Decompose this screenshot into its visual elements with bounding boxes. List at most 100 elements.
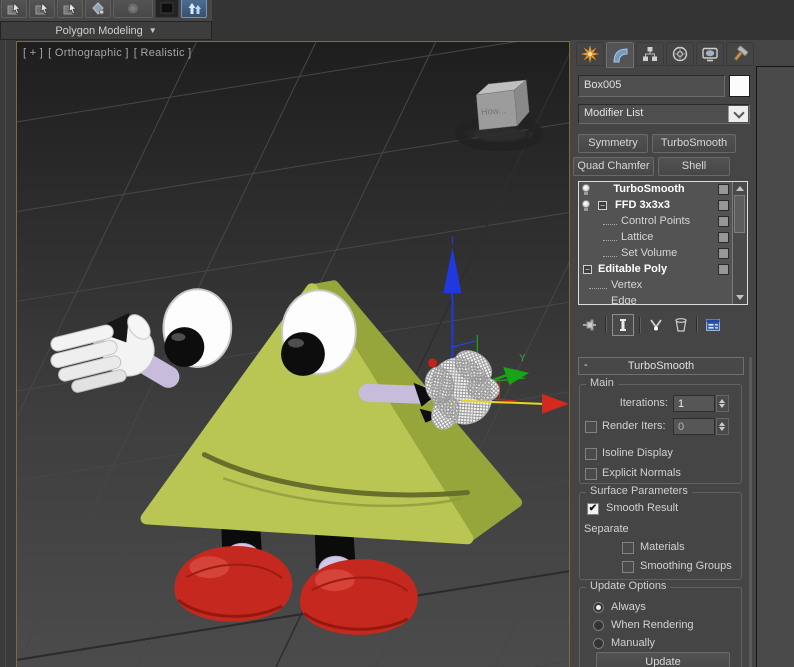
make-unique-button[interactable] (646, 315, 666, 335)
right-strip-top (756, 40, 794, 66)
gizmo-y-label: Y (519, 353, 526, 364)
stack-row-set-volume[interactable]: Set Volume (579, 246, 747, 262)
modifier-list-dropdown-button[interactable] (728, 106, 748, 122)
tab-display[interactable] (696, 42, 724, 66)
stack-row-toggle[interactable] (718, 216, 729, 227)
stack-item-label: Editable Poly (598, 263, 667, 275)
configure-modifier-sets-button[interactable] (703, 315, 723, 335)
select-cube-icon (62, 1, 78, 16)
collapse-box-icon[interactable]: − (583, 265, 592, 274)
tree-leader (603, 223, 617, 225)
smoothing-groups-label: Smoothing Groups (640, 560, 732, 572)
stack-scrollbar[interactable] (732, 182, 747, 304)
tab-create[interactable] (576, 42, 604, 66)
select-mode-button-2[interactable] (29, 0, 55, 18)
stack-row-turbosmooth[interactable]: TurboSmooth (579, 182, 747, 198)
configure-sets-icon (705, 317, 721, 333)
panel-scrollbar[interactable] (749, 357, 752, 667)
always-label: Always (611, 601, 646, 613)
viewport-scene: How... (17, 42, 569, 667)
stack-row-toggle[interactable] (718, 232, 729, 243)
viewport-menu-shading[interactable]: [ Realistic ] (134, 47, 192, 59)
show-end-result-icon (616, 318, 630, 332)
make-unique-icon (648, 317, 664, 333)
iterations-spinner[interactable] (716, 395, 729, 412)
object-color-swatch[interactable] (729, 75, 750, 97)
stack-row-lattice[interactable]: Lattice (579, 230, 747, 246)
rollout-collapse-icon[interactable]: - (584, 359, 588, 371)
main-group-label: Main (586, 377, 618, 389)
iterations-field[interactable]: 1 (673, 395, 715, 412)
dark-toggle-button[interactable] (155, 0, 179, 18)
stack-row-toggle[interactable] (718, 248, 729, 259)
render-iters-field[interactable]: 0 (673, 418, 715, 435)
motion-wheel-icon (671, 45, 689, 63)
viewport[interactable]: How... (16, 41, 570, 667)
ffd-control-point[interactable] (428, 358, 437, 367)
smooth-result-checkbox[interactable]: ✔ (587, 503, 599, 515)
top-strip: Polygon Modeling ▼ (0, 0, 794, 40)
modifier-list-dropdown[interactable]: Modifier List (578, 104, 750, 124)
viewport-menu-general[interactable]: [ + ] (23, 47, 43, 59)
trash-icon (673, 317, 689, 333)
dropdown-caret-icon: ▼ (149, 26, 157, 35)
remove-modifier-button[interactable] (671, 315, 691, 335)
when-rendering-label: When Rendering (611, 619, 694, 631)
select-mode-button-3[interactable] (57, 0, 83, 18)
render-iters-spinner[interactable] (716, 418, 729, 435)
tab-modify[interactable] (606, 42, 634, 68)
pin-stack-button[interactable] (580, 315, 600, 335)
stack-row-control-points[interactable]: Control Points (579, 214, 747, 230)
render-iters-checkbox[interactable] (585, 421, 597, 433)
viewport-label[interactable]: [ + ] [ Orthographic ] [ Realistic ] (23, 47, 191, 59)
stack-row-toggle[interactable] (718, 184, 729, 195)
main-group: Main Iterations: 1 Render Iters: 0 Isoli… (579, 384, 742, 484)
select-cube-icon (34, 1, 50, 16)
collapse-box-icon[interactable]: − (598, 201, 607, 210)
modifier-list-row: Modifier List (578, 104, 750, 124)
create-sunburst-icon (581, 45, 599, 63)
constraints-button[interactable] (85, 0, 111, 18)
visibility-bulb-icon[interactable] (582, 200, 591, 212)
turbosmooth-rollout-header[interactable]: - TurboSmooth (578, 357, 744, 375)
turbosmooth-button[interactable]: TurboSmooth (652, 134, 736, 153)
stack-row-editable-poly[interactable]: − Editable Poly (579, 262, 747, 278)
tab-utilities[interactable] (726, 42, 754, 66)
tab-hierarchy[interactable] (636, 42, 664, 66)
stack-row-edge[interactable]: Edge (579, 294, 747, 305)
scroll-up-arrow[interactable] (734, 183, 745, 194)
rollout-title: TurboSmooth (628, 360, 694, 372)
update-options-label: Update Options (586, 580, 670, 592)
stack-row-toggle[interactable] (718, 264, 729, 275)
smooth-result-label: Smooth Result (606, 502, 678, 514)
materials-checkbox[interactable] (622, 542, 634, 554)
show-end-result-button[interactable] (612, 314, 634, 336)
object-name-field[interactable]: Box005 (578, 75, 725, 97)
smoothing-groups-checkbox[interactable] (622, 561, 634, 573)
right-strip-body (756, 66, 794, 667)
polygon-modeling-dropdown[interactable]: Polygon Modeling ▼ (0, 21, 212, 40)
tab-motion[interactable] (666, 42, 694, 66)
ribbon-toggle-button[interactable] (181, 0, 207, 18)
stack-row-vertex[interactable]: Vertex (579, 278, 747, 294)
stack-row-toggle[interactable] (718, 200, 729, 211)
scrollbar-thumb[interactable] (734, 195, 745, 233)
iterations-label: Iterations: (580, 397, 668, 409)
select-mode-button-1[interactable] (1, 0, 27, 18)
quad-chamfer-button[interactable]: Quad Chamfer (573, 157, 654, 176)
materials-label: Materials (640, 541, 685, 553)
symmetry-button[interactable]: Symmetry (578, 134, 648, 153)
isoline-display-checkbox[interactable] (585, 448, 597, 460)
update-button[interactable]: Update (596, 652, 730, 667)
soft-selection-button[interactable] (113, 0, 153, 18)
tree-leader (603, 255, 617, 257)
shell-button[interactable]: Shell (658, 157, 730, 176)
toolbar-separator (696, 317, 698, 333)
manually-radio[interactable] (593, 638, 604, 649)
when-rendering-radio[interactable] (593, 620, 604, 631)
scroll-down-arrow[interactable] (734, 292, 745, 303)
always-radio[interactable] (593, 602, 604, 613)
stack-row-ffd[interactable]: − FFD 3x3x3 (579, 198, 747, 214)
explicit-normals-checkbox[interactable] (585, 468, 597, 480)
viewport-menu-pov[interactable]: [ Orthographic ] (48, 47, 129, 59)
